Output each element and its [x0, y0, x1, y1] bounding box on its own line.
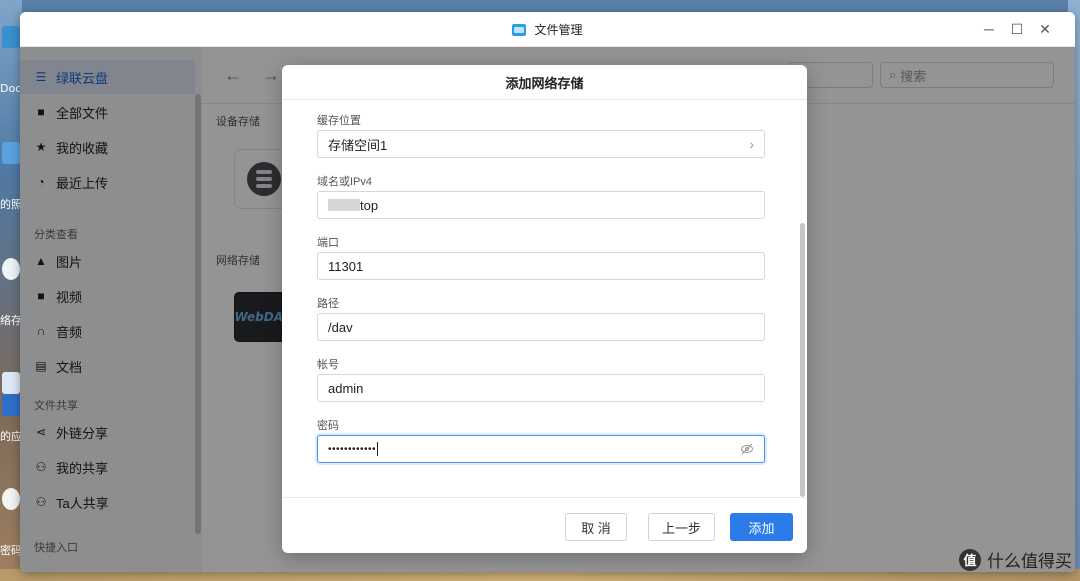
port-value: 11301 — [328, 258, 364, 274]
cancel-button[interactable]: 取 消 — [565, 513, 627, 541]
desktop-app-icon[interactable] — [2, 372, 20, 394]
path-label: 路径 — [317, 298, 339, 310]
add-button[interactable]: 添加 — [730, 513, 793, 541]
watermark-text: 什么值得买 — [987, 552, 1072, 572]
previous-step-button[interactable]: 上一步 — [648, 513, 715, 541]
password-label: 密码 — [317, 420, 339, 432]
port-input[interactable]: 11301 — [317, 252, 765, 280]
host-input[interactable]: top — [317, 191, 765, 219]
watermark: 值 什么值得买 — [959, 547, 1072, 572]
minimize-icon[interactable]: ─ — [977, 18, 1001, 40]
path-input[interactable]: /dav — [317, 313, 765, 341]
desktop-label: 的照 — [0, 198, 22, 211]
desktop-label: 的应 — [0, 430, 22, 443]
text-caret — [377, 442, 379, 456]
eye-hidden-icon[interactable] — [740, 442, 754, 456]
port-label: 端口 — [317, 237, 339, 249]
account-value: admin — [328, 380, 364, 396]
watermark-logo-icon: 值 — [959, 548, 981, 571]
path-value: /dav — [328, 319, 353, 335]
desktop-label: 络存 — [0, 314, 22, 327]
window-title-group: 文件管理 — [20, 12, 1075, 47]
desktop-app-icon[interactable] — [2, 258, 20, 280]
window-title: 文件管理 — [534, 23, 583, 37]
cache-location-label: 缓存位置 — [317, 115, 361, 127]
desktop-label: Doc — [0, 82, 22, 95]
password-input[interactable]: •••••••••••• — [317, 435, 765, 463]
add-network-storage-dialog: 添加网络存储 缓存位置 存储空间1 › 域名或IPv4 top 端口 11301… — [282, 65, 807, 553]
file-manager-app-icon — [512, 23, 527, 36]
desktop-label: 密码 — [0, 544, 22, 557]
account-input[interactable]: admin — [317, 374, 765, 402]
dialog-title: 添加网络存储 — [282, 65, 807, 100]
desktop-app-icon[interactable] — [2, 26, 20, 48]
cache-location-value: 存储空间1 — [328, 137, 388, 153]
redacted-host-block — [328, 199, 360, 211]
title-bar: 文件管理 ─ ☐ ✕ — [20, 12, 1075, 47]
close-icon[interactable]: ✕ — [1033, 18, 1057, 40]
chevron-right-icon: › — [749, 136, 754, 152]
desktop-app-icon[interactable] — [2, 488, 20, 510]
desktop-app-icon[interactable] — [2, 394, 20, 416]
password-value: •••••••••••• — [328, 443, 377, 455]
cache-location-select[interactable]: 存储空间1 › — [317, 130, 765, 158]
host-value: top — [360, 197, 379, 213]
maximize-icon[interactable]: ☐ — [1005, 18, 1029, 40]
desktop-app-icon[interactable] — [2, 142, 20, 164]
host-label: 域名或IPv4 — [317, 176, 373, 188]
account-label: 帐号 — [317, 359, 339, 371]
dialog-footer: 取 消 上一步 添加 — [282, 497, 807, 553]
desktop-left-strip: Doc 的照 络存 的应 密码 — [0, 0, 22, 581]
dialog-scrollbar[interactable] — [800, 223, 805, 497]
